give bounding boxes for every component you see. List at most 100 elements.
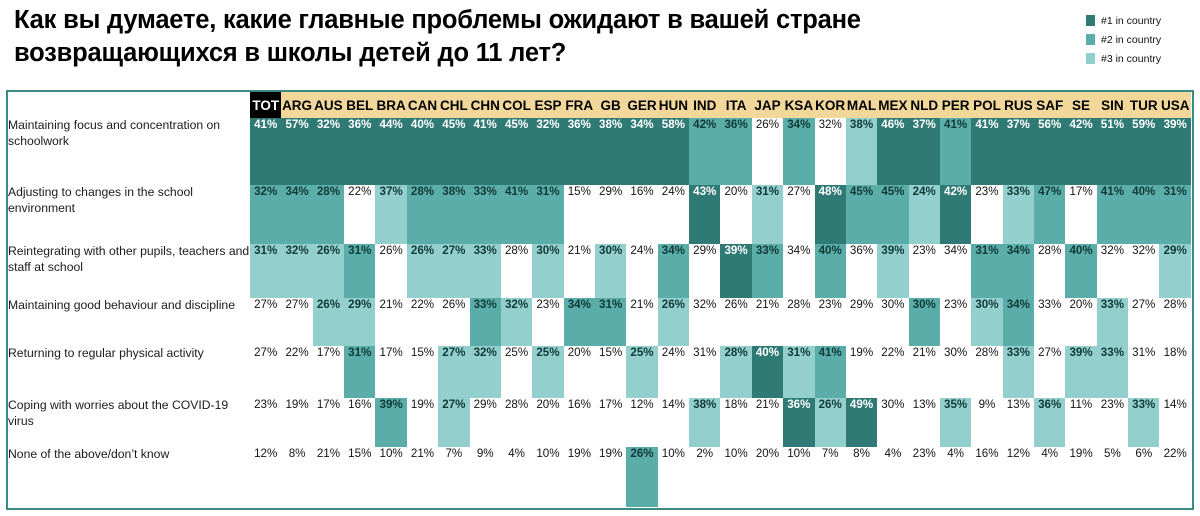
column-header-per: PER [939, 92, 972, 118]
cell-pol-r3: 31% [971, 243, 1003, 298]
cell-se-r5: 39% [1065, 346, 1097, 399]
cell-saf-r7: 4% [1034, 446, 1066, 507]
column-header-chn: CHN [469, 92, 501, 118]
cell-can-r7: 21% [406, 446, 439, 507]
cell-can-r5: 15% [406, 346, 439, 399]
cell-ger-r2: 16% [626, 185, 658, 244]
cell-arg-r7: 8% [281, 446, 313, 507]
legend-item: #1 in country [1086, 11, 1198, 30]
cell-ksa-r1: 34% [783, 118, 815, 186]
cell-sin-r3: 32% [1096, 243, 1129, 298]
cell-gb-r7: 19% [594, 446, 627, 507]
column-header-esp: ESP [532, 92, 564, 118]
column-header-sin: SIN [1096, 92, 1129, 118]
cell-bel-r1: 36% [344, 118, 376, 186]
cell-hun-r5: 24% [657, 346, 690, 399]
table-body: Maintaining focus and concentration on s… [8, 118, 1191, 507]
cell-gb-r5: 15% [594, 346, 627, 399]
cell-kor-r7: 7% [814, 446, 846, 507]
cell-kor-r4: 23% [814, 297, 846, 347]
column-header-mal: MAL [845, 92, 878, 118]
row-label: None of the above/don’t know [8, 446, 251, 507]
cell-mex-r7: 4% [877, 446, 909, 507]
cell-can-r3: 26% [406, 243, 439, 298]
cell-fra-r7: 19% [563, 446, 595, 507]
cell-pol-r5: 28% [971, 346, 1003, 399]
cell-tot-r2: 32% [250, 185, 282, 244]
cell-col-r7: 4% [500, 446, 533, 507]
cell-per-r2: 42% [939, 185, 972, 244]
cell-ita-r5: 28% [720, 346, 752, 399]
cell-ind-r1: 42% [689, 118, 721, 186]
column-header-gb: GB [594, 92, 627, 118]
column-header-arg: ARG [281, 92, 313, 118]
cell-mex-r5: 22% [877, 346, 909, 399]
table-row: Maintaining good behaviour and disciplin… [8, 297, 1191, 347]
cell-pol-r1: 41% [971, 118, 1003, 186]
cell-ita-r2: 20% [720, 185, 752, 244]
row-label: Returning to regular physical activity [8, 346, 251, 399]
cell-jap-r3: 33% [751, 243, 784, 298]
column-header-pol: POL [971, 92, 1003, 118]
legend-item: #2 in country [1086, 30, 1198, 49]
cell-bel-r4: 29% [344, 297, 376, 347]
cell-rus-r7: 12% [1002, 446, 1035, 507]
cell-tur-r7: 6% [1128, 446, 1160, 507]
cell-tur-r1: 59% [1128, 118, 1160, 186]
table-row: Coping with worries about the COVID-19 v… [8, 398, 1191, 447]
column-header-tot: TOT [250, 92, 282, 118]
column-header-hun: HUN [657, 92, 690, 118]
cell-mal-r7: 8% [845, 446, 878, 507]
cell-per-r5: 30% [939, 346, 972, 399]
cell-aus-r4: 26% [312, 297, 345, 347]
cell-rus-r6: 13% [1002, 398, 1035, 447]
cell-chl-r1: 45% [438, 118, 470, 186]
cell-ind-r4: 32% [689, 297, 721, 347]
column-header-ksa: KSA [783, 92, 815, 118]
cell-ger-r6: 12% [626, 398, 658, 447]
column-header-nld: NLD [908, 92, 940, 118]
cell-hun-r4: 26% [657, 297, 690, 347]
cell-rus-r4: 34% [1002, 297, 1035, 347]
page-title-text: Как вы думаете, какие главные проблемы о… [14, 6, 861, 68]
row-label: Maintaining focus and concentration on s… [8, 118, 251, 186]
cell-arg-r1: 57% [281, 118, 313, 186]
cell-ger-r4: 21% [626, 297, 658, 347]
column-header-ind: IND [689, 92, 721, 118]
cell-mex-r6: 30% [877, 398, 909, 447]
column-header-se: SE [1065, 92, 1097, 118]
cell-arg-r4: 27% [281, 297, 313, 347]
cell-esp-r6: 20% [532, 398, 564, 447]
legend-item-label: #1 in country [1101, 14, 1162, 27]
column-header-ger: GER [626, 92, 658, 118]
cell-saf-r6: 36% [1034, 398, 1066, 447]
cell-esp-r4: 23% [532, 297, 564, 347]
cell-hun-r7: 10% [657, 446, 690, 507]
cell-fra-r3: 21% [563, 243, 595, 298]
cell-se-r2: 17% [1065, 185, 1097, 244]
cell-kor-r6: 26% [814, 398, 846, 447]
row-label: Maintaining good behaviour and disciplin… [8, 297, 251, 347]
cell-sin-r6: 23% [1096, 398, 1129, 447]
cell-col-r3: 28% [500, 243, 533, 298]
column-header-rus: RUS [1002, 92, 1035, 118]
column-header-fra: FRA [563, 92, 595, 118]
cell-chl-r3: 27% [438, 243, 470, 298]
table-row: Adjusting to changes in the school envir… [8, 185, 1191, 244]
column-header-can: CAN [406, 92, 439, 118]
cell-rus-r5: 33% [1002, 346, 1035, 399]
cell-sin-r4: 33% [1096, 297, 1129, 347]
cell-tot-r1: 41% [250, 118, 282, 186]
cell-can-r6: 19% [406, 398, 439, 447]
cell-usa-r4: 28% [1159, 297, 1191, 347]
cell-ger-r1: 34% [626, 118, 658, 186]
column-header-kor: KOR [814, 92, 846, 118]
cell-se-r4: 20% [1065, 297, 1097, 347]
slide-root: Как вы думаете, какие главные проблемы о… [0, 0, 1200, 516]
cell-saf-r5: 27% [1034, 346, 1066, 399]
cell-nld-r2: 24% [908, 185, 940, 244]
cell-mal-r3: 36% [845, 243, 878, 298]
cell-can-r1: 40% [406, 118, 439, 186]
column-header-col: COL [500, 92, 533, 118]
cell-mal-r2: 45% [845, 185, 878, 244]
